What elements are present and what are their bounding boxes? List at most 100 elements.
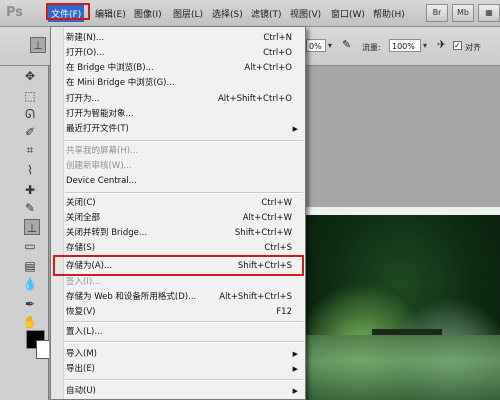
menu-separator [65, 341, 303, 343]
menu-item-place[interactable]: 置入(L)... [64, 325, 304, 340]
align-label: 对齐 [465, 43, 481, 52]
menu-item-open-as[interactable]: 打开为... Alt+Shift+Ctrl+O [64, 92, 304, 107]
menu-item-revert[interactable]: 恢复(V) F12 [64, 305, 304, 320]
healing-tool-icon[interactable]: ✚ [22, 182, 38, 198]
menu-edit[interactable]: 编辑(E) [95, 7, 126, 20]
menu-item-label: 恢复(V) [66, 307, 96, 317]
menu-item-label: 关闭全部 [66, 213, 101, 223]
submenu-arrow-icon: ▶ [292, 350, 298, 358]
tools-panel: ✥ ⬚ ᘏ ✐ ⌗ ⌇ ✚ ✎ ⊥ ▭ ▤ 💧 ✒ ✋ [0, 66, 55, 400]
menu-item-shortcut: F12 [276, 307, 292, 317]
document-image[interactable] [302, 207, 500, 400]
flow-field[interactable]: 100% [389, 39, 421, 52]
menu-item-open[interactable]: 打开(O)... Ctrl+O [64, 46, 304, 61]
flow-dropdown-icon[interactable]: ▾ [423, 41, 427, 50]
menu-window[interactable]: 窗口(W) [331, 7, 365, 20]
opacity-dropdown-icon[interactable]: ▾ [328, 41, 332, 50]
menu-item-save[interactable]: 存储(S) Ctrl+S [64, 241, 304, 256]
menu-item-label: 最近打开文件(T) [66, 124, 129, 134]
menu-separator [65, 192, 303, 194]
menu-item-browse-in-bridge[interactable]: 在 Bridge 中浏览(B)... Alt+Ctrl+O [64, 61, 304, 76]
align-checkbox[interactable]: ✓ [453, 41, 462, 50]
menu-help[interactable]: 帮助(H) [373, 7, 405, 20]
pressure-opacity-icon[interactable]: ✎ [342, 38, 351, 51]
menu-image[interactable]: 图像(I) [134, 7, 162, 20]
save-as-highlight [53, 255, 304, 276]
bridge-button[interactable]: Br [426, 4, 448, 22]
menu-item-close-and-go-to-bridge[interactable]: 关闭并转到 Bridge... Shift+Ctrl+W [64, 226, 304, 241]
clone-stamp-tool-icon[interactable]: ⊥ [24, 219, 40, 235]
menu-item-label: 关闭并转到 Bridge... [66, 228, 148, 238]
menu-item-label: 自动(U) [66, 386, 96, 396]
menu-item-open-as-smart-object[interactable]: 打开为智能对象... [64, 107, 304, 122]
menu-item-check-in: 签入(I)... [64, 275, 304, 290]
menu-separator [65, 321, 303, 323]
file-menu-dropdown: 新建(N)... Ctrl+N 打开(O)... Ctrl+O 在 Bridge 中浏览… [50, 26, 306, 400]
submenu-arrow-icon: ▶ [292, 387, 298, 395]
menu-item-label: 存储(S) [66, 243, 96, 253]
menu-item-create-new-review: 创建新审核(W)... [64, 159, 304, 174]
quick-select-tool-icon[interactable]: ✐ [22, 124, 38, 140]
marquee-tool-icon[interactable]: ⬚ [22, 88, 38, 104]
menu-item-shortcut: Alt+Ctrl+O [244, 63, 292, 73]
menu-item-label: 在 Bridge 中浏览(B)... [66, 63, 154, 73]
menu-item-export[interactable]: 导出(E) ▶ [64, 362, 304, 377]
menu-separator [65, 379, 303, 381]
file-menu-highlight [46, 3, 90, 20]
menu-item-share-my-screen: 共享我的屏幕(H)... [64, 144, 304, 159]
menu-item-shortcut: Ctrl+O [263, 48, 292, 58]
stamp-preset-icon[interactable]: ⊥ [30, 37, 46, 53]
menu-item-label: 打开为智能对象... [66, 109, 134, 119]
mini-bridge-button[interactable]: Mb [452, 4, 474, 22]
crop-tool-icon[interactable]: ⌗ [22, 142, 38, 158]
menu-item-close[interactable]: 关闭(C) Ctrl+W [64, 196, 304, 211]
view-extras-button[interactable]: ▦ [478, 4, 500, 22]
menu-item-label: 打开(O)... [66, 48, 105, 58]
menu-item-shortcut: Ctrl+S [264, 243, 292, 253]
menu-item-new[interactable]: 新建(N)... Ctrl+N [64, 31, 304, 46]
menu-item-label: 打开为... [66, 94, 100, 104]
menu-filter[interactable]: 滤镜(T) [251, 7, 282, 20]
menu-item-close-all[interactable]: 关闭全部 Alt+Ctrl+W [64, 211, 304, 226]
menu-layer[interactable]: 图层(L) [173, 7, 203, 20]
brush-tool-icon[interactable]: ✎ [22, 200, 38, 216]
menu-item-browse-in-mini-bridge[interactable]: 在 Mini Bridge 中浏览(G)... [64, 76, 304, 91]
submenu-arrow-icon: ▶ [292, 125, 298, 133]
menu-item-label: 在 Mini Bridge 中浏览(G)... [66, 78, 175, 88]
menu-item-label: 存储为 Web 和设备所用格式(D)... [66, 292, 197, 302]
menu-item-label: Device Central... [66, 176, 137, 186]
photo-sky [302, 207, 500, 215]
menu-item-save-for-web[interactable]: 存储为 Web 和设备所用格式(D)... Alt+Shift+Ctrl+S [64, 290, 304, 305]
menu-item-import[interactable]: 导入(M) ▶ [64, 347, 304, 362]
blur-tool-icon[interactable]: 💧 [22, 276, 38, 292]
menu-item-shortcut: Alt+Shift+Ctrl+O [217, 94, 292, 104]
gradient-tool-icon[interactable]: ▤ [22, 258, 38, 274]
menu-item-shortcut: Ctrl+W [261, 198, 292, 208]
app-logo: Ps [6, 5, 24, 20]
menu-item-label: 创建新审核(W)... [66, 161, 132, 171]
menu-view[interactable]: 视图(V) [290, 7, 321, 20]
hand-tool-icon[interactable]: ✋ [22, 314, 38, 330]
airbrush-icon[interactable]: ✈ [437, 38, 446, 51]
menu-item-label: 签入(I)... [66, 277, 101, 287]
menu-separator [65, 140, 303, 142]
menu-item-recent-files[interactable]: 最近打开文件(T) ▶ [64, 122, 304, 137]
eyedropper-tool-icon[interactable]: ⌇ [22, 162, 38, 178]
menu-item-label: 导入(M) [66, 349, 97, 359]
menu-item-automate[interactable]: 自动(U) ▶ [64, 384, 304, 399]
submenu-arrow-icon: ▶ [292, 365, 298, 373]
pen-tool-icon[interactable]: ✒ [22, 296, 38, 312]
move-tool-icon[interactable]: ✥ [22, 68, 38, 84]
menu-select[interactable]: 选择(S) [212, 7, 243, 20]
flow-label: 流量: [362, 43, 381, 52]
menu-item-shortcut: Alt+Ctrl+W [242, 213, 292, 223]
menu-item-device-central[interactable]: Device Central... [64, 174, 304, 189]
opacity-field[interactable]: 0% [306, 39, 326, 52]
menu-item-shortcut: Shift+Ctrl+W [234, 228, 292, 238]
menu-item-label: 新建(N)... [66, 33, 105, 43]
photo-water [302, 335, 500, 400]
menu-item-label: 置入(L)... [66, 327, 103, 337]
eraser-tool-icon[interactable]: ▭ [22, 238, 38, 254]
lasso-tool-icon[interactable]: ᘏ [22, 106, 38, 122]
photo-bridge [372, 329, 442, 335]
